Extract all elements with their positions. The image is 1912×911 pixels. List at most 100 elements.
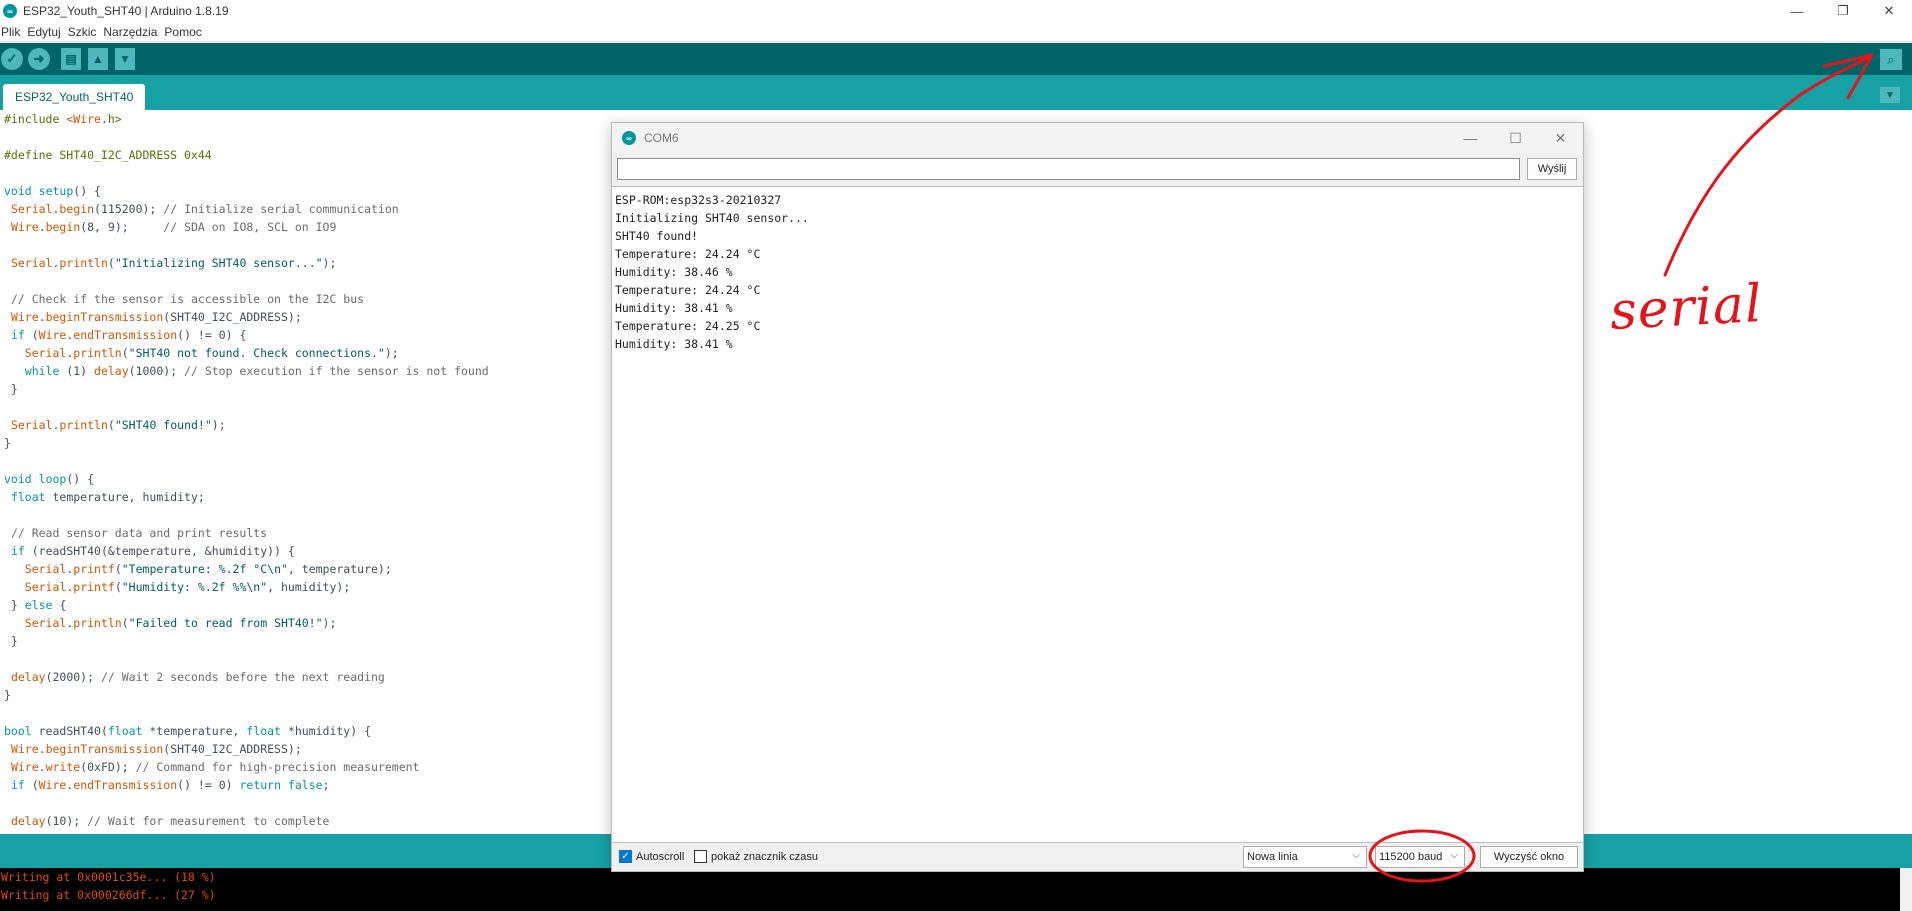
code-token: (0xFD); [80,760,136,774]
code-token: readSHT40( [31,724,108,738]
new-file-icon: ▤ [65,52,77,66]
code-token: ( [107,418,115,432]
baud-rate-value: 115200 baud [1379,851,1443,863]
serial-output-line: Humidity: 38.41 % [615,301,733,315]
menu-plik[interactable]: Plik [0,25,24,39]
open-sketch-button[interactable]: ▲ [88,48,108,70]
code-token: return [239,778,282,792]
tab-esp32-youth-sht40[interactable]: ESP32_Youth_SHT40 [3,84,146,110]
code-token: { [52,598,67,612]
code-token: #define SHT40_I2C_ADDRESS 0x44 [4,148,212,162]
maximize-button[interactable]: ❐ [1820,0,1866,22]
menu-bar: Plik Edytuj Szkic Narzędzia Pomoc [0,22,1912,42]
code-token: begin [59,202,95,216]
magnifier-icon: ⌕ [1887,51,1895,67]
code-token: ( [121,346,129,360]
send-button[interactable]: Wyślij [1527,158,1577,180]
code-token: begin [45,220,81,234]
code-token: (10); [45,814,88,828]
code-token: false [287,778,323,792]
code-token: float [246,724,281,738]
serial-output-line: Initializing SHT40 sensor... [615,211,809,225]
code-token: () != 0) [177,778,240,792]
code-token: ); [384,346,399,360]
code-token: bool [4,724,32,738]
code-token: // Command for high-precision measuremen… [135,760,420,774]
menu-edytuj[interactable]: Edytuj [26,25,64,39]
minimize-button[interactable]: — [1774,0,1820,22]
arduino-logo-icon: ∞ [622,131,636,145]
autoscroll-checkbox[interactable]: ✓ [619,850,632,863]
tab-menu-button[interactable]: ▼ [1880,87,1900,103]
serial-monitor-button[interactable]: ⌕ [1880,49,1902,70]
code-token: endTransmission [73,328,178,342]
code-token: (1) [59,364,95,378]
code-token: float [10,490,46,504]
serial-close-button[interactable]: ✕ [1538,123,1583,153]
serial-minimize-button[interactable]: — [1448,123,1493,153]
menu-narzedzia[interactable]: Narzędzia [102,25,161,39]
save-sketch-button[interactable]: ▼ [115,48,135,70]
code-token: (2000); [45,670,101,684]
code-token: // Stop execution if the sensor is not f… [184,364,489,378]
autoscroll-option[interactable]: ✓ Autoscroll [619,850,684,863]
window-title: ESP32_Youth_SHT40 | Arduino 1.8.19 [23,4,229,18]
code-token: . [38,310,46,324]
code-token: , temperature); [287,562,392,576]
serial-output[interactable]: ESP-ROM:esp32s3-20210327 Initializing SH… [612,186,1583,843]
new-sketch-button[interactable]: ▤ [61,48,81,70]
code-token: Serial [24,580,67,594]
baud-rate-select[interactable]: 115200 baud ⌵ [1375,846,1465,868]
code-token: setup [38,184,74,198]
upload-button[interactable]: ➜ [28,48,50,70]
code-token: ); [211,418,226,432]
clear-output-button[interactable]: Wyczyść okno [1480,846,1578,868]
menu-szkic[interactable]: Szkic [67,25,101,39]
chevron-down-icon: ▼ [1885,89,1895,101]
code-token: "Temperature: %.2f °C\n" [121,562,288,576]
code-token: #include [4,112,67,126]
code-token: // SDA on IO8, SCL on IO9 [163,220,337,234]
code-token: () != 0) { [177,328,247,342]
code-token: float [107,724,143,738]
code-token: (SHT40_I2C_ADDRESS); [163,742,302,756]
code-token: // Check if the sensor is accessible on … [10,292,365,306]
code-token: void [4,472,32,486]
close-button[interactable]: ✕ [1866,0,1912,22]
toolbar: ✓ ➜ ▤ ▲ ▼ ⌕ [0,43,1912,75]
code-token: Wire [10,742,39,756]
timestamp-label: pokaż znacznik czasu [711,850,818,863]
serial-maximize-button[interactable]: ☐ [1493,123,1538,153]
code-token: printf [73,580,115,594]
code-token: } [4,436,11,450]
menu-pomoc[interactable]: Pomoc [163,25,205,39]
code-token: void [4,184,32,198]
serial-send-input[interactable] [617,158,1520,180]
code-token: Wire [38,328,67,342]
code-token: ( [114,562,122,576]
code-token: ( [107,256,115,270]
code-token: (readSHT40(&temperature, &humidity)) { [24,544,295,558]
code-token: (8, 9); [80,220,164,234]
timestamp-option[interactable]: pokaż znacznik czasu [694,850,818,863]
code-token: . [100,112,108,126]
code-token: ( [24,778,39,792]
code-token: Serial [10,202,53,216]
chevron-down-icon: ⌵ [1352,850,1360,861]
timestamp-checkbox[interactable] [694,850,707,863]
verify-button[interactable]: ✓ [1,48,23,70]
code-token: delay [10,814,46,828]
annotation-serial-text: serial [1608,274,1765,342]
console-scrollbar[interactable] [1900,868,1912,911]
upload-arrow-icon: ▲ [92,52,104,66]
serial-output-line: Humidity: 38.46 % [615,265,733,279]
line-ending-select[interactable]: Nowa linia ⌵ [1243,846,1367,868]
